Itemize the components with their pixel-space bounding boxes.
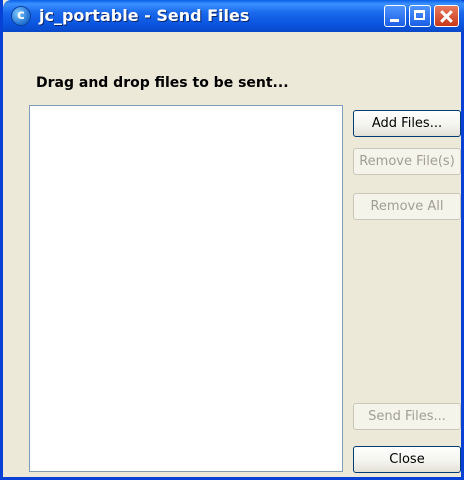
maximize-button[interactable] <box>409 5 431 27</box>
window-title: jc_portable - Send Files <box>39 6 250 25</box>
send-files-button[interactable]: Send Files... <box>353 403 461 430</box>
minimize-button[interactable] <box>384 5 406 27</box>
send-files-window: c jc_portable - Send Files Drag and drop… <box>0 0 464 480</box>
close-window-button[interactable] <box>434 5 459 27</box>
drop-instruction-label: Drag and drop files to be sent... <box>36 75 289 91</box>
file-drop-list[interactable] <box>29 105 343 472</box>
app-icon[interactable]: c <box>12 7 30 25</box>
add-files-button[interactable]: Add Files... <box>353 110 461 137</box>
remove-all-button[interactable]: Remove All <box>353 193 461 220</box>
close-button[interactable]: Close <box>353 446 461 473</box>
remove-files-button[interactable]: Remove File(s) <box>353 148 461 175</box>
title-bar[interactable]: c jc_portable - Send Files <box>3 0 464 32</box>
